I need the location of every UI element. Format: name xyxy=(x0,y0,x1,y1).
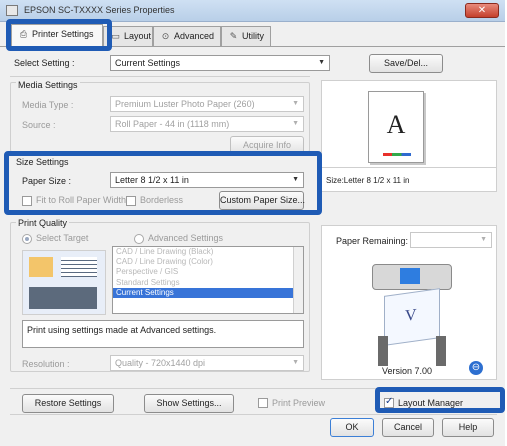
output-letter-icon: V xyxy=(405,306,417,325)
advanced-icon: ⊙ xyxy=(161,31,170,41)
paper-size-dropdown[interactable]: Letter 8 1/2 x 11 in ▼ xyxy=(110,172,304,188)
list-scrollbar[interactable] xyxy=(293,247,303,313)
photo-thumbnail-icon xyxy=(29,257,53,277)
ok-button[interactable]: OK xyxy=(330,418,374,437)
media-type-value: Premium Luster Photo Paper (260) xyxy=(115,99,255,109)
help-button[interactable]: Help xyxy=(442,418,494,437)
select-target-label: Select Target xyxy=(36,233,89,243)
custom-paper-size-button[interactable]: Custom Paper Size... xyxy=(219,191,305,210)
paper-size-value: Letter 8 1/2 x 11 in xyxy=(115,175,189,185)
cancel-button[interactable]: Cancel xyxy=(382,418,434,437)
source-dropdown[interactable]: Roll Paper - 44 in (1118 mm) ▼ xyxy=(110,116,304,132)
acquire-info-button[interactable]: Acquire Info xyxy=(230,136,304,155)
quality-target-image xyxy=(22,250,106,315)
output-paper-icon: V xyxy=(384,288,440,346)
list-item[interactable]: Perspective / GIS xyxy=(113,267,303,277)
print-preview-checkbox[interactable] xyxy=(258,398,268,408)
printer-stand-icon xyxy=(378,336,388,366)
fit-roll-label: Fit to Roll Paper Width xyxy=(36,195,127,205)
tab-printer-settings[interactable]: ⎙ Printer Settings xyxy=(11,24,103,47)
dropdown-arrow-icon: ▼ xyxy=(480,236,487,243)
select-setting-label: Select Setting : xyxy=(14,58,75,68)
list-item[interactable]: Standard Settings xyxy=(113,278,303,288)
resolution-value: Quality - 720x1440 dpi xyxy=(115,358,206,368)
tab-utility[interactable]: ✎ Utility xyxy=(221,26,271,46)
down-arrow-icon xyxy=(400,268,420,284)
list-item-selected[interactable]: Current Settings xyxy=(113,287,295,298)
dropdown-arrow-icon: ▼ xyxy=(318,59,325,66)
tab-advanced[interactable]: ⊙ Advanced xyxy=(153,26,221,46)
preview-size-text: Size:Letter 8 1/2 x 11 in xyxy=(326,176,410,185)
media-type-label: Media Type : xyxy=(22,100,74,110)
size-settings-title: Size Settings xyxy=(16,157,69,167)
quality-description: Print using settings made at Advanced se… xyxy=(22,320,304,348)
select-target-radio[interactable] xyxy=(22,234,32,244)
paper-preview-icon: A xyxy=(368,91,424,163)
window-title: EPSON SC-TXXXX Series Properties xyxy=(24,5,175,15)
dropdown-arrow-icon: ▼ xyxy=(292,176,299,183)
borderless-checkbox[interactable] xyxy=(126,196,136,206)
quality-target-list[interactable]: CAD / Line Drawing (Black) CAD / Line Dr… xyxy=(112,246,304,314)
select-setting-dropdown[interactable]: Current Settings ▼ xyxy=(110,55,330,71)
collapse-icon[interactable]: ⊖ xyxy=(469,361,483,375)
media-type-dropdown[interactable]: Premium Luster Photo Paper (260) ▼ xyxy=(110,96,304,112)
divider xyxy=(322,167,496,168)
close-button[interactable]: ✕ xyxy=(465,3,499,18)
printer-icon: ⎙ xyxy=(19,29,28,39)
title-bar: EPSON SC-TXXXX Series Properties ✕ xyxy=(0,0,505,22)
save-del-button[interactable]: Save/Del... xyxy=(369,54,443,73)
printer-app-icon xyxy=(6,5,18,16)
list-item[interactable]: CAD / Line Drawing (Color) xyxy=(113,257,303,267)
utility-icon: ✎ xyxy=(229,31,238,41)
tab-layout[interactable]: ▭ Layout xyxy=(103,26,153,46)
list-item[interactable]: CAD / Line Drawing (Black) xyxy=(113,247,303,257)
dropdown-arrow-icon: ▼ xyxy=(292,359,299,366)
color-bar-icon xyxy=(383,153,411,156)
paper-remaining-label: Paper Remaining: xyxy=(336,236,409,246)
properties-window: EPSON SC-TXXXX Series Properties ✕ ⎙ Prin… xyxy=(0,0,505,446)
advanced-settings-radio[interactable] xyxy=(134,234,144,244)
preview-letter: A xyxy=(386,110,406,139)
drawing-thumbnail-icon xyxy=(29,287,97,309)
divider xyxy=(10,388,497,389)
resolution-dropdown[interactable]: Quality - 720x1440 dpi ▼ xyxy=(110,355,304,371)
fit-roll-checkbox[interactable] xyxy=(22,196,32,206)
tab-label: Advanced xyxy=(174,31,215,41)
version-text: Version 7.00 xyxy=(382,366,433,376)
resolution-label: Resolution : xyxy=(22,359,70,369)
printer-status-panel: Paper Remaining: ▼ V xyxy=(321,225,497,380)
source-label: Source : xyxy=(22,120,56,130)
divider xyxy=(10,414,497,415)
text-document-icon xyxy=(61,257,97,277)
divider xyxy=(10,76,310,77)
dropdown-arrow-icon: ▼ xyxy=(292,100,299,107)
paper-size-label: Paper Size : xyxy=(22,176,72,186)
tab-label: Printer Settings xyxy=(32,29,94,39)
borderless-label: Borderless xyxy=(140,195,184,205)
printer-stand-icon xyxy=(436,336,446,366)
description-text: Print using settings made at Advanced se… xyxy=(27,325,217,335)
paper-remaining-dropdown[interactable]: ▼ xyxy=(410,232,492,248)
dropdown-arrow-icon: ▼ xyxy=(292,120,299,127)
layout-manager-label: Layout Manager xyxy=(398,398,464,408)
restore-settings-button[interactable]: Restore Settings xyxy=(22,394,114,413)
tab-strip: ⎙ Printer Settings ▭ Layout ⊙ Advanced ✎ Uti… xyxy=(0,22,505,47)
media-settings-title: Media Settings xyxy=(16,80,80,90)
tab-label: Layout xyxy=(124,31,152,41)
layout-manager-checkbox[interactable] xyxy=(384,396,394,408)
select-setting-value: Current Settings xyxy=(115,58,181,68)
print-preview-label: Print Preview xyxy=(272,398,326,408)
show-settings-button[interactable]: Show Settings... xyxy=(144,394,234,413)
advanced-settings-label: Advanced Settings xyxy=(148,233,224,243)
tab-label: Utility xyxy=(242,31,264,41)
layout-icon: ▭ xyxy=(111,31,120,41)
print-quality-title: Print Quality xyxy=(16,218,70,228)
source-value: Roll Paper - 44 in (1118 mm) xyxy=(115,119,230,129)
